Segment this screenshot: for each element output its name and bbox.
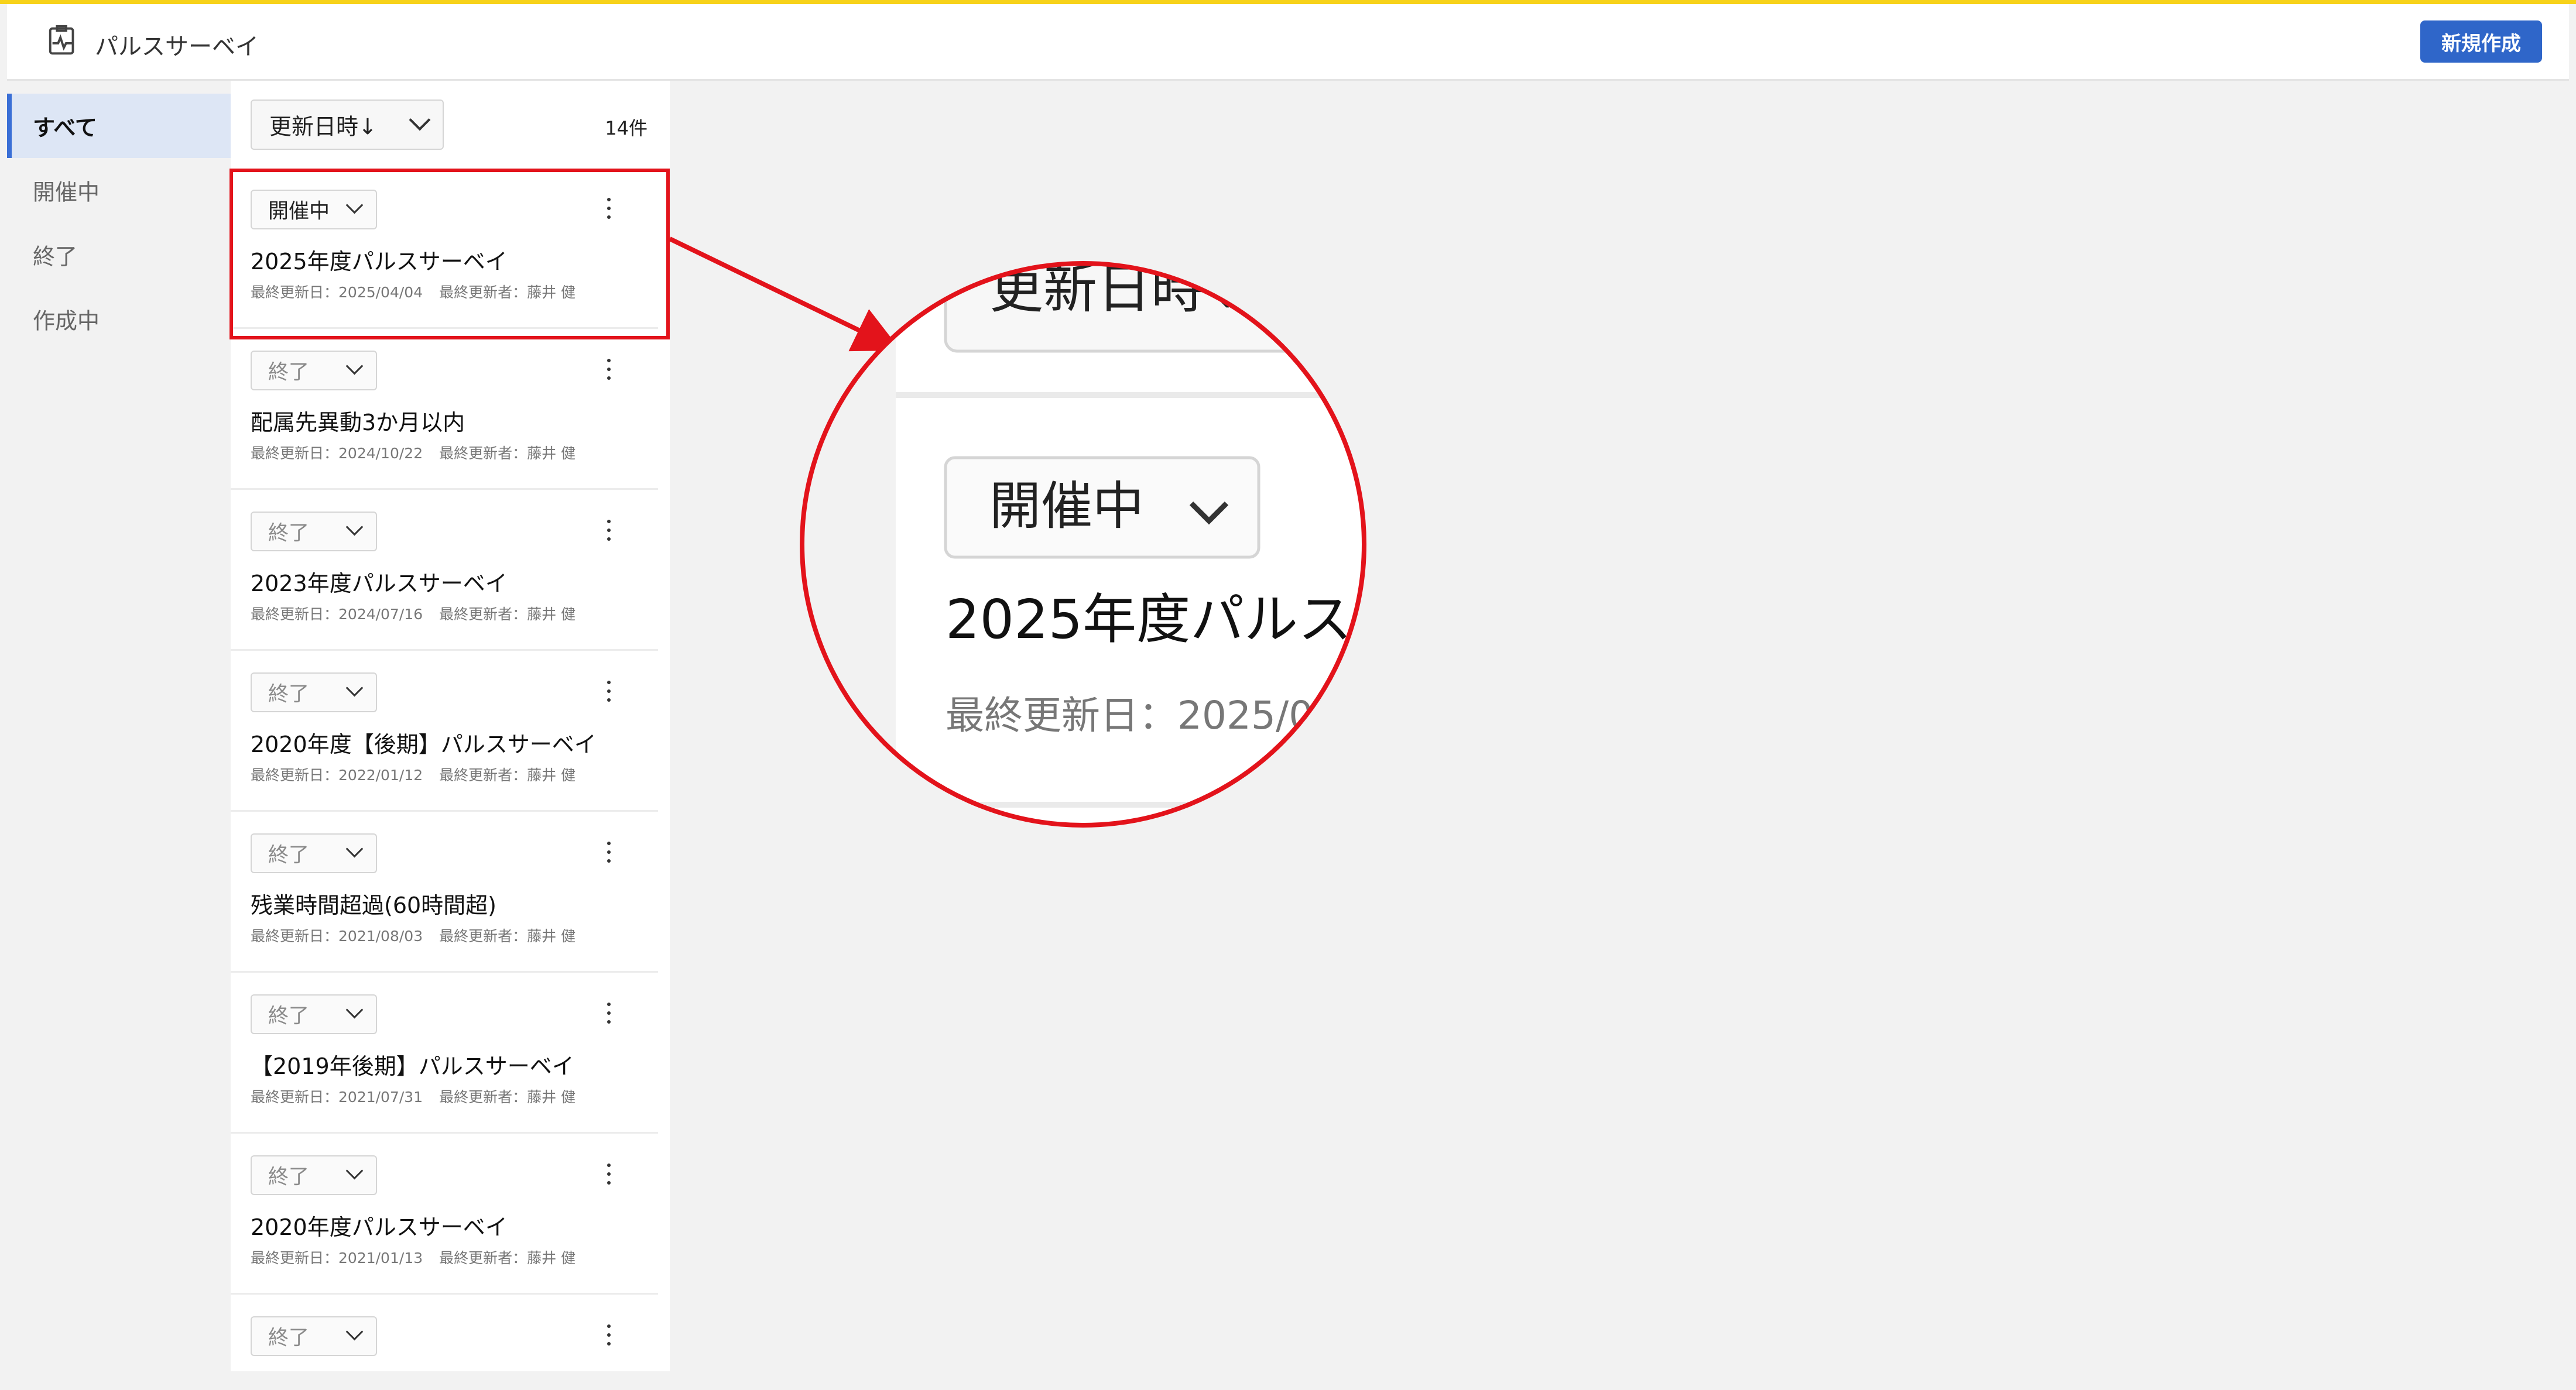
callout-arrow bbox=[669, 236, 901, 352]
zoom-callout: 更新日時↓ 開催中 2025年度パルス 最終更新日：2025/0 bbox=[669, 236, 1366, 828]
zoom-meta-text: 最終更新日：2025/0 bbox=[946, 693, 1313, 738]
zoom-content: 更新日時↓ 開催中 2025年度パルス 最終更新日：2025/0 bbox=[802, 263, 1364, 825]
zoom-title-text: 2025年度パルス bbox=[946, 588, 1352, 651]
zoom-status-text: 開催中 bbox=[989, 476, 1144, 536]
